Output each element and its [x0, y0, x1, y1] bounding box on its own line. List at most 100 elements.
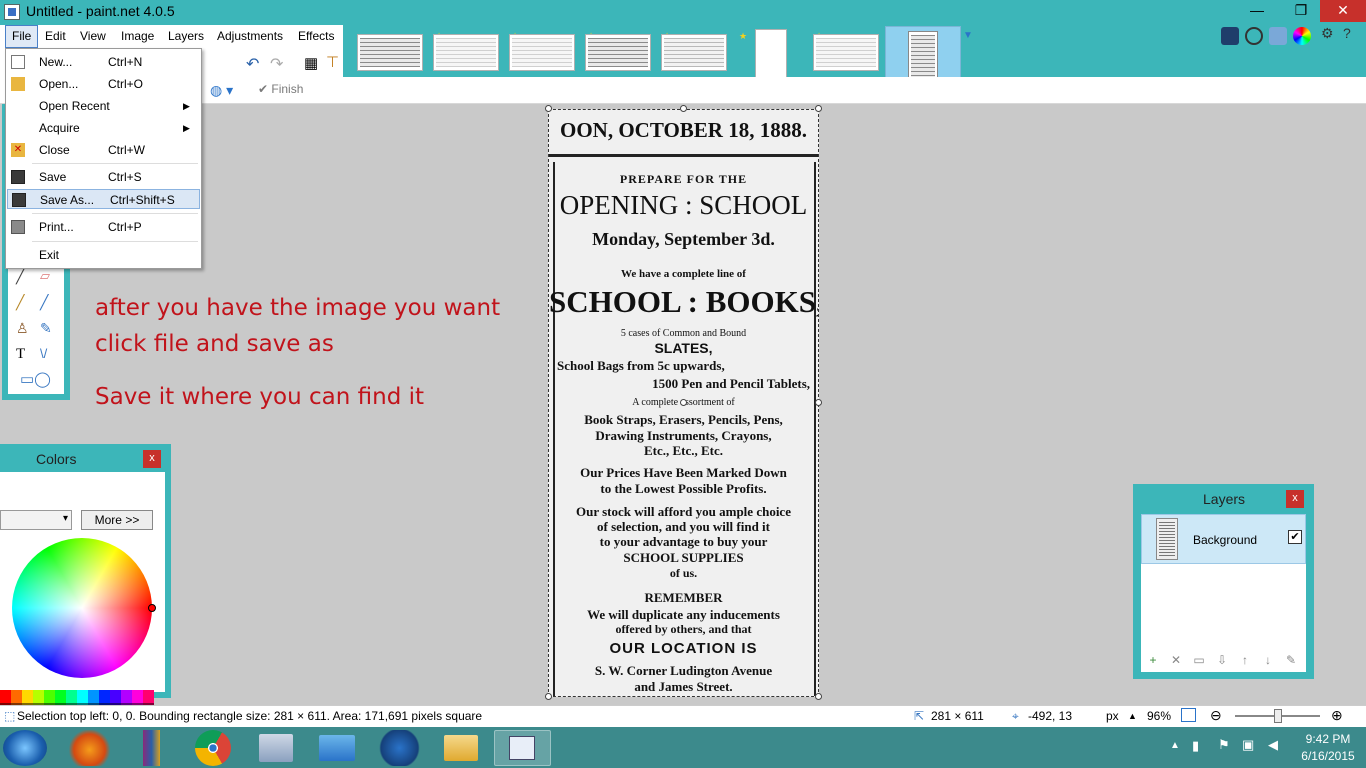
zoom-to-window-icon[interactable]	[1181, 708, 1196, 722]
tool-options-bar: ◍ ▾ ✔ Finish	[0, 77, 1366, 104]
layers-window-icon[interactable]	[1269, 27, 1287, 45]
paintbrush-tool-icon[interactable]: ╱	[16, 268, 24, 285]
image-tab-thumbnail[interactable]	[433, 34, 499, 71]
settings-gear-icon[interactable]: ⚙	[1321, 25, 1339, 43]
recolor-tool-icon[interactable]: ✎	[40, 320, 52, 337]
image-tab-thumbnail[interactable]	[509, 34, 575, 71]
selection-mode-icon[interactable]: ◍ ▾	[210, 82, 233, 99]
move-layer-up-icon[interactable]: ↑	[1239, 654, 1251, 666]
layer-properties-icon[interactable]: ✎	[1285, 654, 1297, 666]
np-line: We will duplicate any inducements	[587, 607, 780, 622]
menu-item-open-recent[interactable]: Open Recent ▶	[7, 96, 200, 116]
primary-secondary-dropdown[interactable]: ▾	[0, 510, 72, 530]
menu-edit[interactable]: Edit	[39, 25, 72, 48]
minimize-button[interactable]: —	[1240, 0, 1274, 22]
selection-handle[interactable]	[680, 105, 687, 112]
np-line: and James Street.	[634, 679, 733, 694]
menu-layers[interactable]: Layers	[162, 25, 210, 48]
delete-layer-icon[interactable]: ✕	[1170, 654, 1182, 666]
layer-visibility-checkbox[interactable]: ✔	[1288, 530, 1302, 544]
menu-image[interactable]: Image	[115, 25, 160, 48]
menu-item-print[interactable]: Print... Ctrl+P	[7, 217, 200, 237]
menu-item-label: Open...	[39, 77, 79, 91]
text-tool-icon[interactable]: T	[16, 346, 25, 363]
tabs-dropdown-icon[interactable]: ▼	[963, 30, 973, 41]
zoom-level[interactable]: 96%	[1147, 709, 1171, 723]
selection-handle[interactable]	[815, 105, 822, 112]
menu-file[interactable]: File	[5, 25, 39, 48]
action-center-flag-icon[interactable]: ⚑	[1218, 737, 1230, 753]
grid-icon[interactable]: ▦	[304, 54, 318, 72]
move-layer-down-icon[interactable]: ↓	[1262, 654, 1274, 666]
move-handle[interactable]	[680, 399, 687, 406]
help-icon[interactable]: ?	[1343, 25, 1361, 43]
finish-button[interactable]: ✔ Finish	[258, 82, 303, 96]
chevron-down-icon: ▾	[62, 513, 68, 524]
selection-handle[interactable]	[545, 105, 552, 112]
menu-item-close[interactable]: ✕ Close Ctrl+W	[7, 140, 200, 160]
zoom-out-icon[interactable]: ⊖	[1210, 707, 1222, 724]
firefox-taskbar-icon[interactable]	[61, 730, 118, 766]
menu-item-new[interactable]: New... Ctrl+N	[7, 52, 200, 72]
menu-item-save-as[interactable]: Save As... Ctrl+Shift+S	[7, 189, 200, 209]
image-tab-thumbnail[interactable]	[357, 34, 423, 71]
close-window-button[interactable]: ✕	[1320, 0, 1366, 22]
layers-panel-close-button[interactable]: x	[1286, 490, 1304, 508]
selection-handle[interactable]	[545, 693, 552, 700]
undo-icon[interactable]: ↶	[246, 54, 259, 74]
duplicate-layer-icon[interactable]: ▭	[1193, 654, 1205, 666]
show-hidden-icons-icon[interactable]: ▲	[1170, 740, 1180, 751]
pencil-tool-icon[interactable]: ╱	[16, 294, 24, 311]
winrar-taskbar-icon[interactable]	[123, 730, 180, 766]
start-button[interactable]	[3, 730, 47, 766]
ruler-icon[interactable]: ⊤	[326, 53, 339, 71]
shapes-tool-icon[interactable]: ▭◯	[20, 370, 51, 388]
zoom-slider-thumb[interactable]	[1274, 709, 1282, 723]
merge-layer-down-icon[interactable]: ⇩	[1216, 654, 1228, 666]
menu-item-shortcut: Ctrl+O	[108, 77, 144, 91]
image-tab-thumbnail[interactable]	[585, 34, 651, 71]
menu-adjustments[interactable]: Adjustments	[211, 25, 289, 48]
clock-time[interactable]: 9:42 PM	[1303, 732, 1353, 746]
zoom-in-icon[interactable]: ⊕	[1331, 707, 1343, 724]
clone-stamp-tool-icon[interactable]: ♙	[16, 320, 29, 337]
system-monitor-taskbar-icon[interactable]	[259, 734, 293, 762]
menu-item-acquire[interactable]: Acquire ▶	[7, 118, 200, 138]
units-selector[interactable]: px	[1106, 709, 1119, 723]
menu-effects[interactable]: Effects	[292, 25, 340, 48]
paintnet-taskbar-button[interactable]	[494, 730, 551, 766]
eraser-tool-icon[interactable]: ▱	[40, 268, 50, 284]
redo-icon[interactable]: ↷	[270, 54, 283, 74]
chrome-taskbar-icon[interactable]	[195, 730, 231, 766]
menu-item-exit[interactable]: Exit	[7, 245, 200, 265]
color-wheel-marker[interactable]	[148, 604, 156, 612]
google-earth-taskbar-icon[interactable]	[371, 730, 428, 766]
layer-row-background[interactable]: Background ✔	[1141, 514, 1306, 564]
more-colors-button[interactable]: More >>	[81, 510, 153, 530]
menu-item-save[interactable]: Save Ctrl+S	[7, 167, 200, 187]
colors-window-icon[interactable]	[1293, 27, 1311, 45]
clock-date[interactable]: 6/16/2015	[1296, 749, 1360, 763]
paintnet-app-icon[interactable]	[4, 4, 20, 20]
line-curve-tool-icon[interactable]: \/	[40, 346, 47, 361]
tools-window-icon[interactable]	[1221, 27, 1239, 45]
selection-handle[interactable]	[815, 399, 822, 406]
chevron-up-icon[interactable]: ▲	[1128, 711, 1137, 721]
color-picker-tool-icon[interactable]: ╱	[40, 294, 48, 311]
menu-view[interactable]: View	[74, 25, 112, 48]
image-tab-thumbnail[interactable]	[813, 34, 879, 71]
file-explorer-taskbar-icon[interactable]	[444, 735, 478, 761]
menu-item-open[interactable]: Open... Ctrl+O	[7, 74, 200, 94]
history-window-icon[interactable]	[1245, 27, 1263, 45]
maximize-button[interactable]: ❐	[1284, 0, 1318, 22]
color-wheel[interactable]	[12, 538, 152, 678]
network-icon[interactable]: ▣	[1242, 737, 1254, 753]
add-layer-icon[interactable]: +	[1147, 654, 1159, 666]
layers-toolbar: + ✕ ▭ ⇩ ↑ ↓ ✎	[1141, 648, 1306, 672]
colors-panel-close-button[interactable]: x	[143, 450, 161, 468]
volume-icon[interactable]: ◀	[1268, 737, 1278, 753]
photo-viewer-taskbar-icon[interactable]	[319, 735, 355, 761]
device-icon[interactable]: ▮	[1192, 738, 1199, 754]
selection-handle[interactable]	[815, 693, 822, 700]
image-tab-thumbnail[interactable]	[661, 34, 727, 71]
